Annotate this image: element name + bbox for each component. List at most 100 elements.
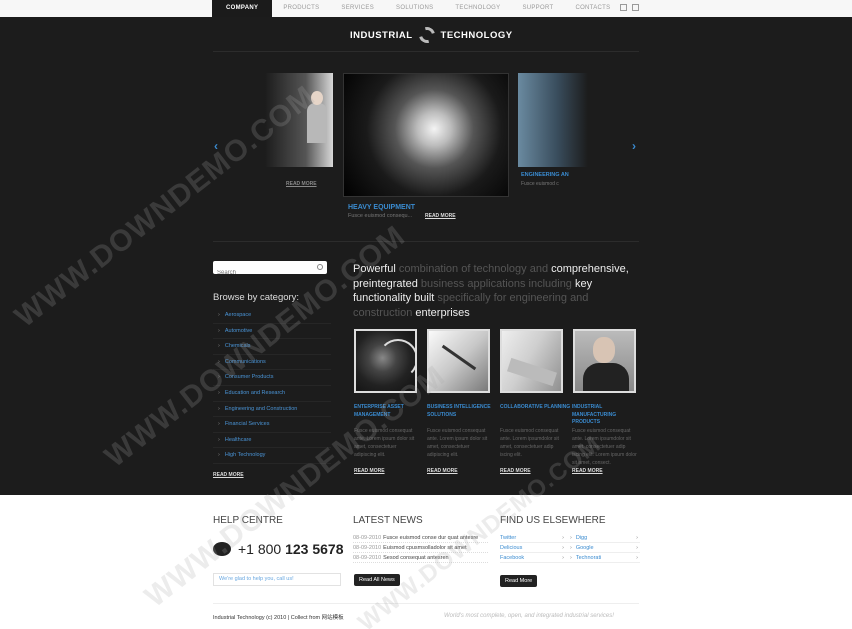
- latest-news-title: LATEST NEWS: [353, 515, 423, 526]
- slider-prev-arrow-icon[interactable]: ‹: [214, 139, 218, 153]
- copyright: Industrial Technology (c) 2010 | Collect…: [213, 615, 344, 621]
- divider: [213, 51, 639, 52]
- nav-item-solutions[interactable]: Solutions: [385, 0, 444, 17]
- headline-highlight: Powerful: [353, 263, 396, 275]
- slide-next-image: [518, 73, 588, 167]
- news-item[interactable]: 08-09-2010 Sesod consequat antesren: [353, 553, 488, 563]
- product-thumb-1[interactable]: [354, 329, 417, 393]
- slide-previous-read-more[interactable]: READ MORE: [286, 181, 317, 187]
- category-link[interactable]: Financial Services: [213, 417, 331, 433]
- category-link[interactable]: Consumer Products: [213, 370, 331, 386]
- divider: [213, 241, 639, 242]
- social-link-digg[interactable]: Digg: [570, 533, 640, 543]
- slider-next-arrow-icon[interactable]: ›: [632, 139, 636, 153]
- product-text: Fusce euismod consequat ante. Lorem ipsu…: [572, 428, 637, 466]
- person-figure: [307, 103, 327, 143]
- category-link[interactable]: Aerospace: [213, 308, 331, 324]
- slide-active[interactable]: [343, 73, 509, 197]
- footer-slogan: World's most complete, open, and integra…: [444, 613, 614, 619]
- news-text: Fusce euismod conse dur quat antesre: [383, 535, 479, 541]
- keyboard-shape: [507, 357, 557, 387]
- speech-bubble-icon: [213, 542, 231, 556]
- product-thumb-2[interactable]: [427, 329, 490, 393]
- news-text: Sesod consequat antesren: [383, 555, 449, 561]
- slide-next-title[interactable]: ENGINEERING AN: [521, 172, 569, 178]
- social-link-delicious[interactable]: Delicious: [500, 543, 570, 553]
- news-item[interactable]: 08-09-2010 Euismod cpusmsolladolor sit am…: [353, 543, 488, 553]
- read-all-news-button[interactable]: Read All News: [354, 574, 400, 586]
- nav-item-contacts[interactable]: Contacts: [564, 0, 621, 17]
- search-input[interactable]: [213, 266, 308, 280]
- nav-item-support[interactable]: Support: [511, 0, 564, 17]
- site-logo[interactable]: INDUSTRIAL TECHNOLOGY: [350, 24, 513, 46]
- pen-shape: [441, 344, 477, 371]
- product-read-more[interactable]: READ MORE: [354, 468, 385, 474]
- category-link[interactable]: Healthcare: [213, 433, 331, 449]
- product-read-more[interactable]: READ MORE: [500, 468, 531, 474]
- read-more-button[interactable]: Read More: [500, 575, 538, 587]
- headline-highlight: enterprises: [415, 306, 470, 319]
- main-nav: Company Products Services Solutions Technolo…: [212, 0, 621, 17]
- nav-item-technology[interactable]: Technology: [444, 0, 511, 17]
- category-link[interactable]: Education and Research: [213, 386, 331, 402]
- find-us-title: FIND US ELSEWHERE: [500, 515, 606, 526]
- intro-headline: Powerful combination of technology and c…: [353, 262, 643, 320]
- news-date: 08-09-2010: [353, 535, 382, 541]
- headline-text: combination of technology and: [395, 263, 552, 275]
- product-title[interactable]: ENTERPRISE ASSET MANAGEMENT: [354, 404, 426, 419]
- logo-swirl-icon: [415, 24, 438, 46]
- search-box: [213, 261, 327, 280]
- nav-item-company[interactable]: Company: [212, 0, 273, 17]
- news-text: Euismod cpusmsolladolor sit amet: [383, 545, 467, 551]
- portrait-body: [583, 363, 629, 391]
- social-link-twitter[interactable]: Twitter: [500, 533, 570, 543]
- search-icon[interactable]: [317, 264, 323, 270]
- product-text: Fusce euismod consequat ante. Lorem ipsu…: [354, 428, 415, 458]
- browse-title: Browse by category:: [213, 292, 300, 303]
- heavy-equipment-image: [344, 74, 508, 196]
- product-thumb-4[interactable]: [573, 329, 636, 393]
- decor-arc: [378, 339, 415, 379]
- product-read-more[interactable]: READ MORE: [572, 468, 603, 474]
- nav-item-services[interactable]: Services: [330, 0, 385, 17]
- social-link-technorati[interactable]: Technorati: [570, 553, 640, 563]
- social-link-facebook[interactable]: Facebook: [500, 553, 570, 563]
- news-item[interactable]: 08-09-2010 Fusce euismod conse dur quat a…: [353, 533, 488, 543]
- category-link[interactable]: High Technology: [213, 448, 331, 464]
- product-read-more[interactable]: READ MORE: [427, 468, 458, 474]
- product-text: Fusce euismod consequat ante. Lorem ipsu…: [500, 428, 559, 458]
- top-icons: [620, 4, 639, 11]
- phone-prefix: +1 800: [238, 541, 282, 557]
- product-title[interactable]: BUSINESS INTELLIGENCE SOLUTIONS: [427, 404, 499, 419]
- slide-active-read-more[interactable]: READ MORE: [425, 213, 456, 219]
- category-link[interactable]: Communications: [213, 355, 331, 371]
- phone-block: +1 800 123 5678: [213, 541, 344, 557]
- product-title[interactable]: INDUSTRIAL MANUFACTURING PRODUCTS: [572, 404, 644, 427]
- portrait-head: [593, 337, 615, 363]
- category-link[interactable]: Automotive: [213, 324, 331, 340]
- person-head: [311, 91, 323, 105]
- phone-number: 123 5678: [285, 541, 344, 557]
- slide-active-text: Fusce euismod consequ...: [348, 213, 413, 219]
- logo-text-right: TECHNOLOGY: [440, 29, 513, 41]
- product-thumb-3[interactable]: [500, 329, 563, 393]
- home-icon[interactable]: [620, 4, 627, 11]
- social-link-google[interactable]: Google: [570, 543, 640, 553]
- categories-read-more[interactable]: READ MORE: [213, 472, 244, 478]
- product-title[interactable]: COLLABORATIVE PLANNING: [500, 404, 572, 412]
- slide-next[interactable]: [518, 73, 588, 167]
- help-centre-title: HELP CENTRE: [213, 515, 283, 526]
- mail-icon[interactable]: [632, 4, 639, 11]
- social-links: TwitterDigg DeliciousGoogle FacebookTech…: [500, 533, 640, 563]
- slide-next-text: Fusce euismod c: [521, 181, 559, 187]
- nav-item-products[interactable]: Products: [272, 0, 330, 17]
- slide-previous[interactable]: [265, 73, 333, 167]
- category-link[interactable]: Chemicals: [213, 339, 331, 355]
- slide-active-title[interactable]: HEAVY EQUIPMENT: [348, 204, 415, 211]
- news-date: 08-09-2010: [353, 555, 382, 561]
- headline-text: business applications including: [417, 277, 575, 290]
- help-callout[interactable]: We're glad to help you, call us!: [213, 573, 341, 586]
- category-list: AerospaceAutomotiveChemicalsCommunicatio…: [213, 308, 331, 464]
- category-link[interactable]: Engineering and Construction: [213, 402, 331, 418]
- divider: [213, 603, 639, 604]
